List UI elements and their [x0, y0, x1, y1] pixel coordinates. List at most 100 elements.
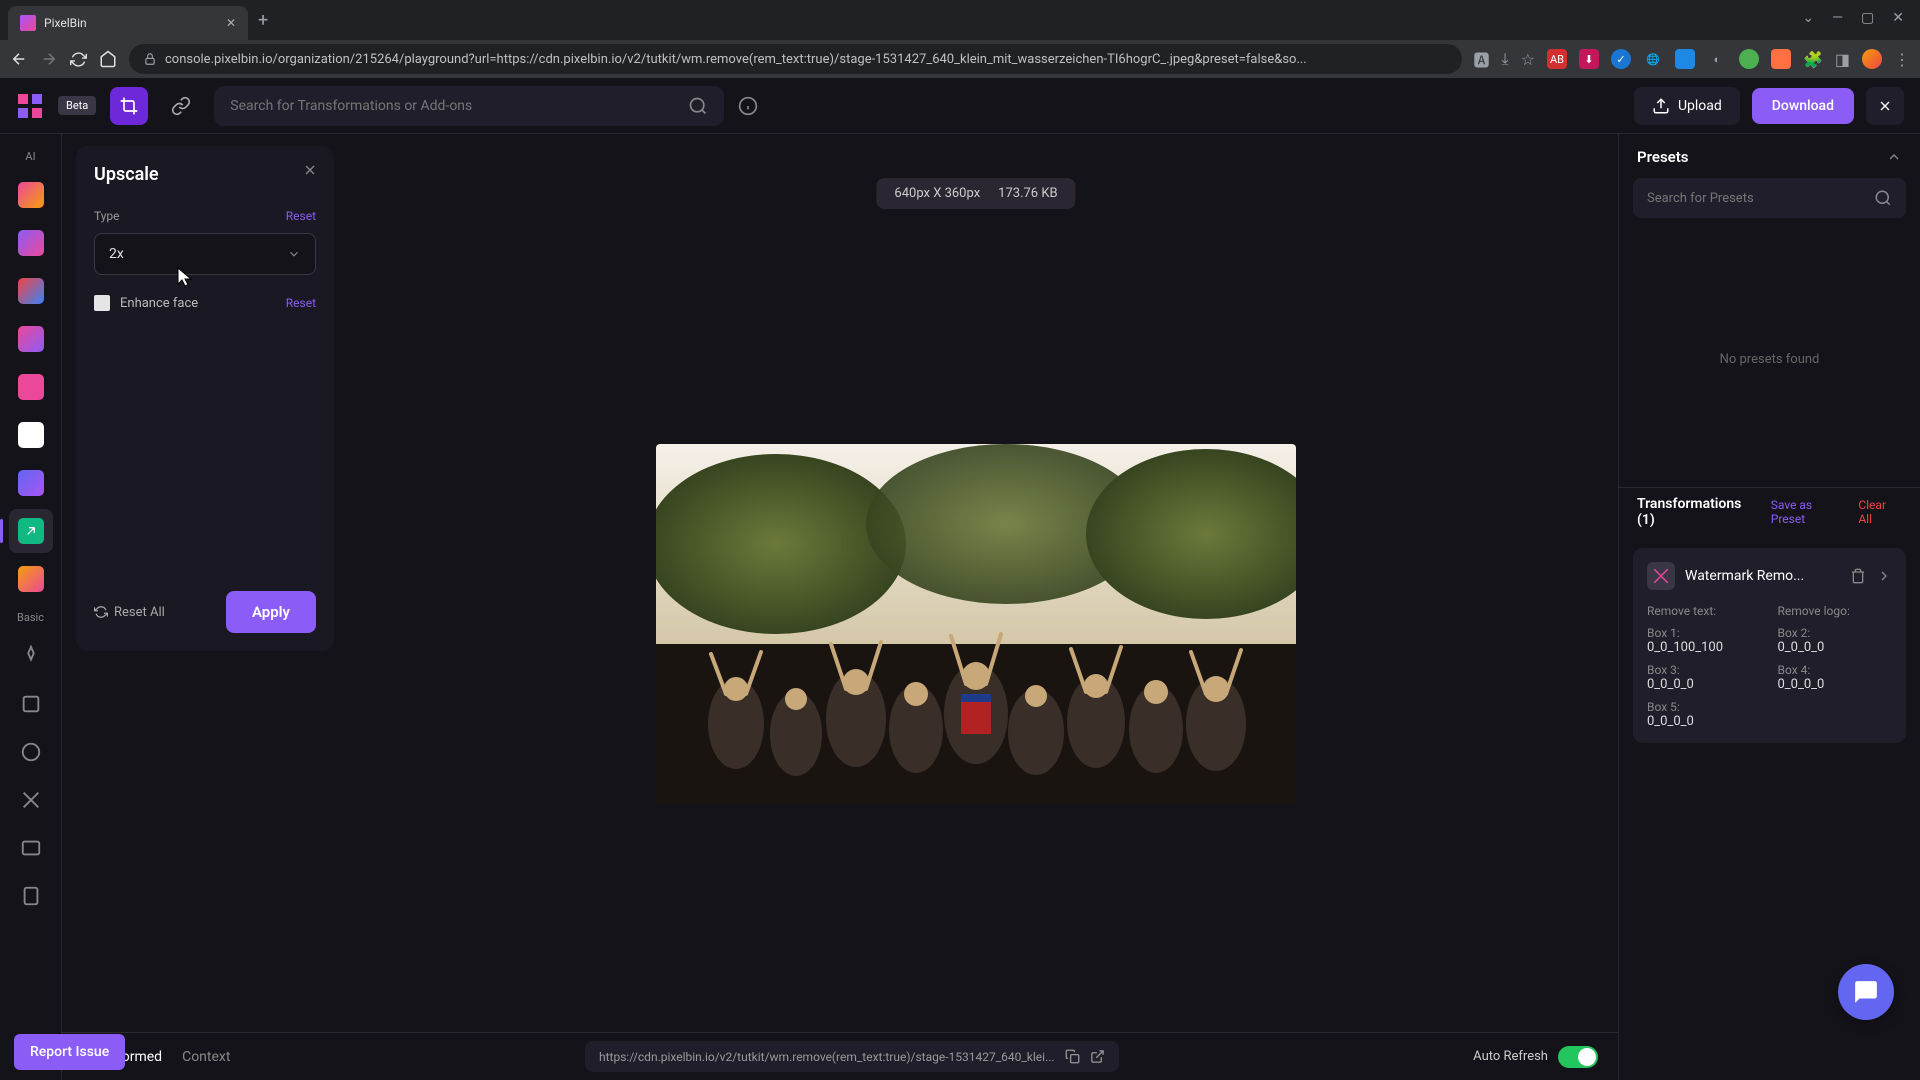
- ext-icon-8[interactable]: [1771, 49, 1791, 69]
- reset-all-button[interactable]: Reset All: [94, 605, 165, 620]
- app-header: Beta Upload Download: [0, 78, 1920, 134]
- star-icon[interactable]: ☆: [1521, 50, 1535, 69]
- upload-button[interactable]: Upload: [1634, 87, 1740, 125]
- chevron-right-icon[interactable]: [1876, 568, 1892, 584]
- maximize-icon[interactable]: ▢: [1861, 10, 1874, 26]
- info-icon[interactable]: [738, 96, 758, 116]
- report-issue-button[interactable]: Report Issue: [14, 1034, 125, 1070]
- auto-refresh: Auto Refresh: [1473, 1046, 1598, 1068]
- back-button[interactable]: [10, 50, 28, 68]
- reload-button[interactable]: [70, 51, 87, 68]
- rail-item-2[interactable]: [9, 221, 53, 265]
- ext-icon-7[interactable]: [1739, 49, 1759, 69]
- search-icon[interactable]: [1874, 189, 1892, 207]
- menu-icon[interactable]: ⋮: [1894, 50, 1910, 69]
- box1-label: Box 1:: [1647, 626, 1762, 640]
- close-icon[interactable]: ✕: [226, 16, 236, 30]
- auto-refresh-toggle[interactable]: [1558, 1046, 1598, 1068]
- preset-search[interactable]: [1633, 178, 1906, 218]
- ext-icon-3[interactable]: ✓: [1611, 49, 1631, 69]
- type-value: 2x: [109, 246, 124, 262]
- rail-item-b5[interactable]: [9, 826, 53, 870]
- rail-item-5[interactable]: [9, 365, 53, 409]
- box3-label: Box 3:: [1647, 663, 1762, 677]
- rail-label-basic: Basic: [17, 611, 44, 624]
- ext-icon-4[interactable]: 🌐: [1643, 49, 1663, 69]
- type-select[interactable]: 2x: [94, 233, 316, 275]
- transform-icon: [1647, 562, 1675, 590]
- forward-button[interactable]: [40, 50, 58, 68]
- canvas-image[interactable]: [656, 444, 1296, 804]
- chat-fab[interactable]: [1838, 964, 1894, 1020]
- sidepanel-icon[interactable]: ◨: [1835, 50, 1850, 69]
- extensions-icon[interactable]: 🧩: [1803, 50, 1823, 69]
- close-app-button[interactable]: [1866, 87, 1904, 125]
- search-input[interactable]: [230, 98, 680, 114]
- tab-context[interactable]: Context: [182, 1049, 230, 1065]
- url-bar[interactable]: console.pixelbin.io/organization/215264/…: [129, 44, 1462, 74]
- delete-icon[interactable]: [1850, 568, 1866, 584]
- remove-text-label: Remove text:: [1647, 604, 1762, 618]
- panel-close-button[interactable]: [302, 162, 318, 178]
- ext-icon-6[interactable]: ◐: [1707, 49, 1727, 69]
- download-button[interactable]: Download: [1752, 88, 1854, 124]
- translate-icon[interactable]: 🅰: [1474, 47, 1490, 71]
- open-icon[interactable]: [1090, 1049, 1105, 1064]
- apply-button[interactable]: Apply: [226, 591, 316, 633]
- auto-refresh-label: Auto Refresh: [1473, 1049, 1548, 1064]
- chevron-up-icon[interactable]: [1886, 149, 1902, 165]
- transform-card: Watermark Remo... Remove text: Remove lo…: [1633, 548, 1906, 743]
- chat-icon: [1853, 979, 1879, 1005]
- rail-item-7[interactable]: [9, 461, 53, 505]
- avatar[interactable]: [1862, 49, 1882, 69]
- upload-icon: [1652, 97, 1670, 115]
- lock-icon: [143, 52, 157, 66]
- ext-icon-1[interactable]: AB: [1547, 49, 1567, 69]
- icon-rail: AI Basic: [0, 134, 62, 1080]
- chevron-down-icon[interactable]: ⌄: [1802, 10, 1814, 26]
- rail-label-ai: AI: [25, 150, 35, 163]
- logo[interactable]: [16, 92, 44, 120]
- addons-mode-button[interactable]: [162, 87, 200, 125]
- rail-item-6[interactable]: [9, 413, 53, 457]
- refresh-icon: [94, 605, 108, 619]
- copy-icon[interactable]: [1065, 1049, 1080, 1064]
- image-dimensions: 640px X 360px: [894, 186, 980, 201]
- rail-item-b4[interactable]: [9, 778, 53, 822]
- type-label: Type: [94, 209, 120, 223]
- remove-logo-label: Remove logo:: [1778, 604, 1893, 618]
- rail-item-b3[interactable]: [9, 730, 53, 774]
- rail-item-3[interactable]: [9, 269, 53, 313]
- browser-tab[interactable]: PixelBin ✕: [8, 6, 248, 40]
- rail-item-upscale[interactable]: [9, 509, 53, 553]
- new-tab-button[interactable]: +: [258, 10, 268, 31]
- search-box[interactable]: [214, 86, 724, 126]
- ext-icon-2[interactable]: ⬇: [1579, 49, 1599, 69]
- enhance-face-checkbox[interactable]: [94, 295, 110, 311]
- close-window-icon[interactable]: ✕: [1892, 10, 1904, 26]
- preset-search-input[interactable]: [1647, 191, 1866, 206]
- transforms-header: Transformations (1) Save as Preset Clear…: [1619, 487, 1920, 536]
- install-icon[interactable]: ⤓: [1502, 49, 1509, 69]
- reset-enhance-button[interactable]: Reset: [286, 296, 316, 310]
- rail-item-b1[interactable]: [9, 634, 53, 678]
- box2-label: Box 2:: [1778, 626, 1893, 640]
- image-meta: 640px X 360px 173.76 KB: [876, 178, 1075, 209]
- rail-item-8[interactable]: [9, 557, 53, 601]
- rail-item-1[interactable]: [9, 173, 53, 217]
- link-icon: [171, 96, 191, 116]
- transforms-title: Transformations (1): [1637, 496, 1761, 528]
- reset-type-button[interactable]: Reset: [286, 209, 316, 223]
- ext-icon-5[interactable]: [1675, 49, 1695, 69]
- search-icon[interactable]: [688, 96, 708, 116]
- save-preset-button[interactable]: Save as Preset: [1771, 498, 1849, 526]
- transforms-mode-button[interactable]: [110, 87, 148, 125]
- box3-value: 0_0_0_0: [1647, 677, 1762, 692]
- home-button[interactable]: [99, 50, 117, 68]
- rail-item-4[interactable]: [9, 317, 53, 361]
- clear-all-button[interactable]: Clear All: [1858, 498, 1902, 526]
- minimize-icon[interactable]: —: [1832, 10, 1843, 26]
- rail-item-b2[interactable]: [9, 682, 53, 726]
- rail-item-b6[interactable]: [9, 874, 53, 918]
- enhance-face-label: Enhance face: [120, 296, 198, 311]
